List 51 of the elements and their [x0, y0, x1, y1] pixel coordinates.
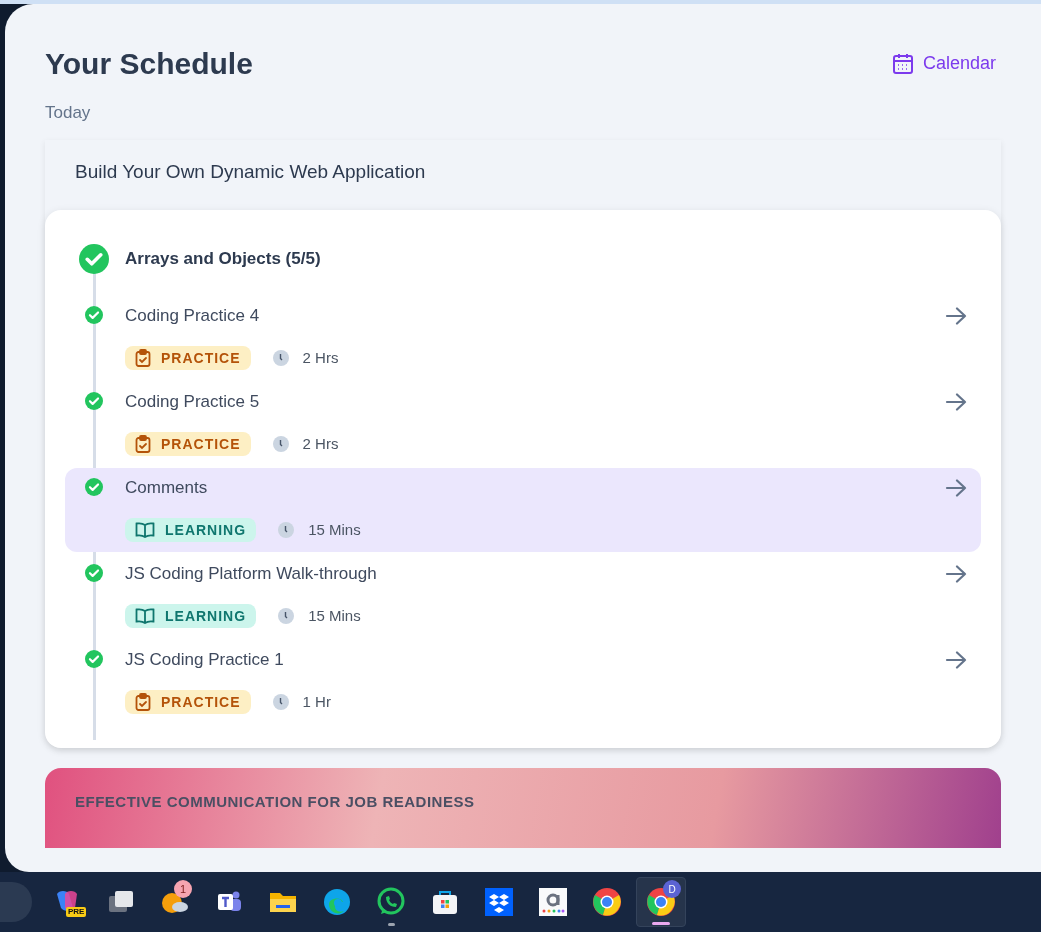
duration-label: 15 Mins: [308, 605, 361, 626]
course-title: Build Your Own Dynamic Web Application: [75, 159, 427, 184]
notification-badge: 1: [174, 880, 192, 898]
arrow-right-icon[interactable]: [945, 307, 967, 325]
arrow-right-icon[interactable]: [945, 479, 967, 497]
lesson-type-badge: PRACTICE: [125, 346, 251, 370]
duration-label: 2 Hrs: [302, 433, 339, 454]
date-label: Today: [45, 102, 92, 124]
module-title: Arrays and Objects (5/5): [125, 248, 321, 271]
clock-icon: [272, 436, 289, 452]
lesson-title: JS Coding Platform Walk-through: [125, 563, 378, 585]
lesson-title: JS Coding Practice 1: [125, 649, 285, 671]
profile-avatar: D: [663, 880, 681, 898]
calendar-icon: [890, 51, 915, 76]
arrow-right-icon[interactable]: [945, 393, 967, 411]
clipboard-check-icon: [135, 349, 151, 367]
clock-icon: [278, 522, 295, 538]
letter-a-icon: [537, 886, 569, 918]
lesson-title: Coding Practice 4: [125, 305, 261, 327]
taskbar-button[interactable]: PRE: [42, 877, 92, 927]
lesson-title: Coding Practice 5: [125, 391, 261, 413]
lesson-type-badge: LEARNING: [125, 518, 257, 542]
clock-icon: [278, 608, 295, 624]
duration-label: 1 Hr: [302, 691, 331, 712]
lesson-row[interactable]: Coding Practice 4 PRACTICE 2 Hrs: [65, 296, 981, 380]
lesson-type-badge: PRACTICE: [125, 690, 251, 714]
taskbar-button[interactable]: D: [636, 877, 686, 927]
calendar-link[interactable]: Calendar: [890, 50, 996, 77]
lesson-row[interactable]: JS Coding Platform Walk-through LEARNING 15 Mins: [65, 554, 981, 638]
book-icon: [135, 522, 155, 538]
lesson-row[interactable]: Comments LEARNING 15 Mins: [65, 468, 981, 552]
clock-icon: [272, 694, 289, 710]
lesson-type-badge: LEARNING: [125, 604, 257, 628]
lesson-row[interactable]: JS Coding Practice 1 PRACTICE 1 Hr: [65, 640, 981, 724]
running-indicator: [387, 923, 395, 926]
clock-icon: [272, 350, 289, 366]
arrow-right-icon[interactable]: [945, 651, 967, 669]
preview-label: PRE: [66, 907, 87, 917]
page-title: Your Schedule: [45, 46, 253, 82]
banner-title: EFFECTIVE COMMUNICATION FOR JOB READINESS: [75, 792, 476, 812]
clipboard-check-icon: [135, 435, 151, 453]
duration-label: 15 Mins: [308, 519, 361, 540]
arrow-right-icon[interactable]: [945, 565, 967, 583]
clipboard-check-icon: [135, 693, 151, 711]
lesson-title: Comments: [125, 477, 209, 499]
book-icon: [135, 608, 155, 624]
duration-label: 2 Hrs: [302, 347, 339, 368]
taskbar-button[interactable]: 1: [150, 877, 200, 927]
lesson-row[interactable]: Coding Practice 5 PRACTICE 2 Hrs: [65, 382, 981, 466]
lesson-type-badge: PRACTICE: [125, 432, 251, 456]
running-indicator: [652, 922, 670, 925]
